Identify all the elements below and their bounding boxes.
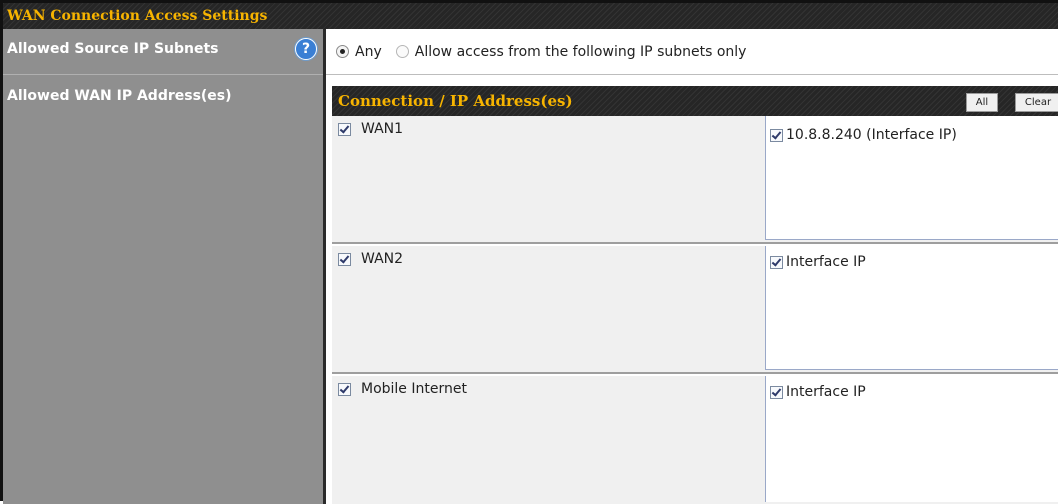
ip-address-label[interactable]: Interface IP (786, 254, 866, 270)
ip-address-label[interactable]: 10.8.8.240 (Interface IP) (786, 127, 957, 143)
ip-address-list[interactable]: 10.8.8.240 (Interface IP) (765, 116, 1058, 240)
ip-address-label[interactable]: Interface IP (786, 384, 866, 400)
table-row: Mobile Internet Interface IP (332, 376, 1058, 504)
subnets-only-radio[interactable] (395, 45, 409, 58)
ip-address-item: 10.8.8.240 (Interface IP) (770, 127, 957, 143)
connection-name[interactable]: Mobile Internet (361, 381, 467, 397)
table-row: WAN2 Interface IP (332, 246, 1058, 374)
table-header-title: Connection / IP Address(es) (338, 92, 573, 110)
ip-address-item: Interface IP (770, 254, 866, 270)
connection-cell: WAN2 (338, 251, 403, 267)
section-title: WAN Connection Access Settings (3, 3, 1058, 29)
connection-name[interactable]: WAN1 (361, 121, 403, 137)
wan-access-settings-panel: WAN Connection Access Settings Allowed S… (0, 0, 1058, 504)
clear-button[interactable]: Clear (1015, 93, 1058, 112)
connection-checkbox[interactable] (338, 122, 351, 136)
label-column: Allowed Source IP Subnets ? Allowed WAN … (3, 29, 323, 504)
source-subnets-label: Allowed Source IP Subnets ? (3, 29, 323, 75)
ip-address-list[interactable]: Interface IP (765, 246, 1058, 370)
ip-address-checkbox[interactable] (770, 385, 783, 399)
subnets-only-radio-label[interactable]: Allow access from the following IP subne… (415, 44, 747, 60)
connection-checkbox[interactable] (338, 252, 351, 266)
ip-address-checkbox[interactable] (770, 128, 783, 142)
any-radio-label[interactable]: Any (355, 44, 382, 60)
connection-ip-table: Connection / IP Address(es) All Clear WA… (332, 86, 1058, 504)
ip-address-item: Interface IP (770, 384, 866, 400)
value-column: Any Allow access from the following IP s… (326, 29, 1058, 504)
connection-name[interactable]: WAN2 (361, 251, 403, 267)
source-subnets-label-text: Allowed Source IP Subnets (7, 41, 219, 57)
ip-address-checkbox[interactable] (770, 255, 783, 269)
source-subnet-options: Any Allow access from the following IP s… (326, 29, 1058, 75)
connection-checkbox[interactable] (338, 382, 351, 396)
table-row: WAN1 10.8.8.240 (Interface IP) (332, 116, 1058, 244)
connection-cell: Mobile Internet (338, 381, 467, 397)
wan-ip-addresses-label: Allowed WAN IP Address(es) (7, 88, 232, 104)
select-all-button[interactable]: All (966, 93, 998, 112)
help-icon[interactable]: ? (295, 38, 317, 60)
table-header: Connection / IP Address(es) All Clear (332, 86, 1058, 116)
any-radio[interactable] (336, 45, 349, 58)
ip-address-list[interactable]: Interface IP (765, 376, 1058, 502)
connection-cell: WAN1 (338, 121, 403, 137)
